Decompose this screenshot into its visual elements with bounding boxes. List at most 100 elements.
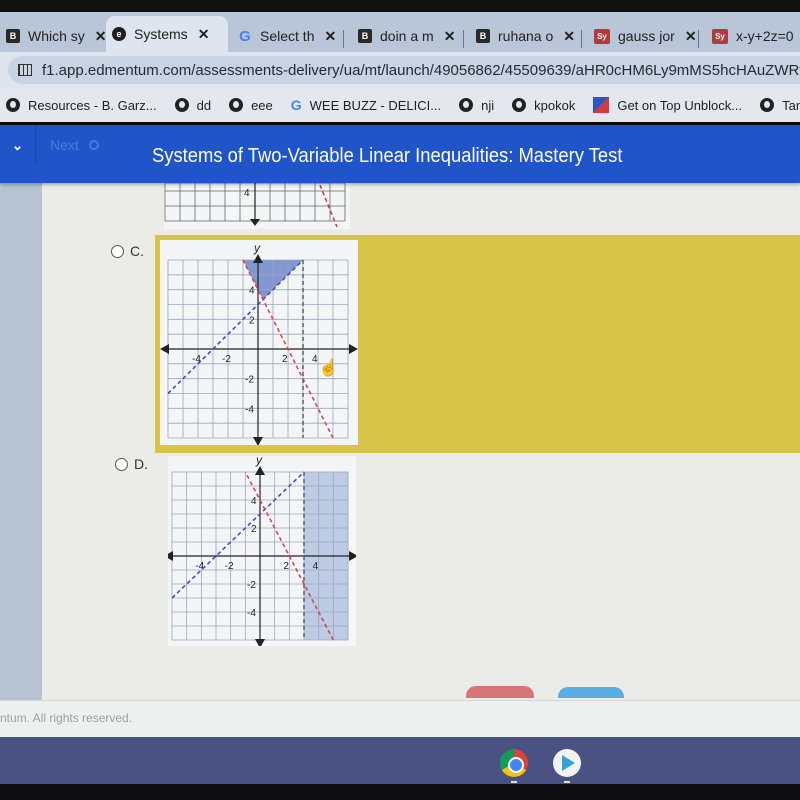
- tab-systems[interactable]: e Systems ✕: [106, 16, 228, 52]
- page-title: Systems of Two-Variable Linear Inequalit…: [152, 145, 623, 167]
- google-icon: G: [290, 97, 302, 113]
- bookmark-label: dd: [196, 97, 212, 113]
- bookmark-resources[interactable]: Resources - B. Garz...: [6, 98, 157, 113]
- brainly-icon: B: [6, 29, 20, 43]
- globe-icon: [229, 98, 244, 112]
- option-b-graph-partial: 4: [164, 183, 350, 229]
- y-tick-label: 2: [249, 315, 255, 326]
- browser-toolbar: f1.app.edmentum.com/assessments-delivery…: [0, 52, 800, 88]
- blue-boundary-line: [171, 471, 305, 599]
- option-d-graph[interactable]: -4-22442-2-4xy: [168, 456, 356, 646]
- close-icon[interactable]: ✕: [95, 28, 107, 45]
- option-c-letter: C.: [130, 243, 144, 259]
- y-tick-label: 4: [244, 188, 250, 199]
- bookmark-label: kpokok: [534, 97, 576, 113]
- bookmark-label: eee: [251, 97, 273, 113]
- globe-icon: [459, 98, 474, 112]
- bookmark-kpokok[interactable]: kpokok: [512, 98, 575, 113]
- y-tick-label: -4: [247, 608, 256, 619]
- option-d[interactable]: D.: [115, 456, 148, 472]
- site-info-icon[interactable]: [18, 64, 32, 76]
- blue-button-partial[interactable]: [558, 687, 624, 698]
- y-axis-label: y: [255, 456, 263, 467]
- bookmark-dd[interactable]: dd: [174, 97, 212, 113]
- brainly-icon: B: [358, 29, 372, 43]
- x-tick-label: -4: [192, 354, 201, 365]
- y-tick-label: -4: [245, 404, 254, 415]
- radio-button-d[interactable]: [115, 457, 128, 471]
- y-axis-arrow-down: [250, 219, 260, 226]
- play-store-icon[interactable]: [553, 749, 581, 777]
- globe-icon: [760, 98, 775, 112]
- y-axis-arrow-up: [255, 466, 265, 475]
- tab-separator: [581, 30, 582, 48]
- bookmark-label: Get on Top Unblock...: [617, 97, 743, 113]
- copyright-text: ntum. All rights reserved.: [0, 711, 133, 725]
- tab-separator: [463, 30, 464, 48]
- close-icon[interactable]: ✕: [563, 28, 575, 45]
- bookmark-eee[interactable]: eee: [229, 98, 273, 113]
- close-icon[interactable]: ✕: [324, 28, 336, 45]
- close-icon[interactable]: ✕: [198, 26, 210, 43]
- tab-label: Which sy: [28, 28, 85, 44]
- y-tick-label: -2: [247, 580, 256, 591]
- tab-ruhana[interactable]: B ruhana o ✕: [470, 20, 581, 52]
- bookmark-label: Tanuki Su: [782, 97, 800, 113]
- red-button-partial[interactable]: [466, 686, 534, 698]
- bookmark-label: WEE BUZZ - DELICI...: [309, 97, 442, 113]
- x-tick-label: 2: [282, 354, 288, 365]
- address-bar[interactable]: f1.app.edmentum.com/assessments-delivery…: [8, 56, 800, 84]
- running-indicator: [511, 781, 517, 783]
- y-axis-label: y: [253, 241, 261, 255]
- symbolab-icon: Sy: [594, 28, 610, 44]
- screen: B Which sy ✕ e Systems ✕ G Select th ✕ B…: [0, 0, 800, 800]
- next-label: Next: [50, 137, 79, 153]
- globe-icon: [512, 98, 527, 112]
- y-tick-label: -2: [245, 375, 254, 386]
- tab-separator: [698, 30, 699, 48]
- tab-label: ruhana o: [498, 28, 554, 44]
- symbolab-icon: Sy: [712, 28, 728, 44]
- tab-doin-a-m[interactable]: B doin a m ✕: [352, 20, 461, 52]
- bookmark-nji[interactable]: nji: [459, 98, 494, 113]
- x-tick-label: -4: [195, 561, 204, 572]
- y-tick-label: 2: [251, 524, 257, 535]
- y-tick-label: 4: [249, 286, 255, 297]
- tab-select-th[interactable]: G Select th ✕: [232, 20, 342, 52]
- toggle-nav-button[interactable]: ⌄: [0, 125, 36, 165]
- x-tick-label: -2: [225, 561, 234, 572]
- tab-label: doin a m: [380, 28, 434, 44]
- next-button[interactable]: Next: [50, 137, 99, 153]
- url-text: f1.app.edmentum.com/assessments-delivery…: [42, 61, 800, 79]
- blue-boundary-line: [167, 259, 304, 395]
- bookmark-get-on-top[interactable]: Get on Top Unblock...: [593, 97, 742, 113]
- tab-label: Systems: [134, 26, 188, 42]
- x-axis-arrow-left: [160, 344, 169, 354]
- y-axis-arrow-up: [253, 254, 263, 263]
- tab-separator: [343, 30, 344, 48]
- globe-icon: [6, 98, 20, 112]
- option-c-graph[interactable]: -4-22442-2-4xy☝: [160, 240, 358, 445]
- close-icon[interactable]: ✕: [685, 28, 697, 45]
- os-shelf: [0, 737, 800, 789]
- tab-gauss-jordan[interactable]: Sy gauss jor ✕: [588, 20, 703, 52]
- radio-button-c[interactable]: [111, 244, 124, 258]
- y-axis-arrow-down: [255, 639, 265, 646]
- chrome-icon[interactable]: [500, 749, 528, 777]
- bookmark-tanuki[interactable]: Tanuki Su: [760, 98, 800, 113]
- tab-which-sy[interactable]: B Which sy ✕: [0, 20, 113, 52]
- bookmark-wee-buzz[interactable]: G WEE BUZZ - DELICI...: [291, 97, 441, 113]
- tab-label: Select th: [260, 28, 315, 44]
- option-d-letter: D.: [134, 456, 148, 472]
- x-tick-label: 4: [313, 561, 319, 572]
- option-c[interactable]: C.: [111, 243, 144, 259]
- tab-strip: B Which sy ✕ e Systems ✕ G Select th ✕ B…: [0, 12, 800, 52]
- close-icon[interactable]: ✕: [444, 28, 456, 45]
- x-axis-arrow-right: [349, 344, 358, 354]
- tab-label: x-y+2z=0: [736, 28, 794, 44]
- x-tick-label: 4: [312, 354, 318, 365]
- tab-x-y-2z[interactable]: Sy x-y+2z=0 ✕: [706, 20, 800, 52]
- x-tick-label: 2: [283, 561, 289, 572]
- tab-label: gauss jor: [618, 28, 675, 44]
- x-axis-arrow-left: [168, 551, 173, 561]
